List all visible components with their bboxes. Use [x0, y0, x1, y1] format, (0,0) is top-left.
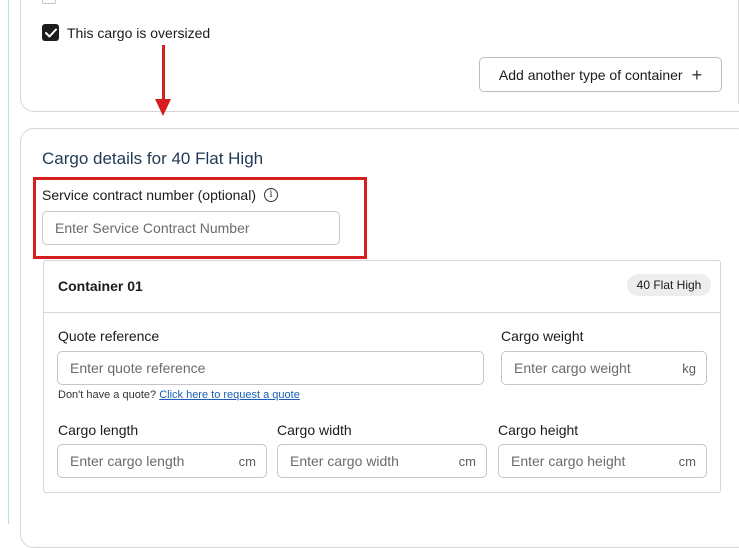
service-contract-label: Service contract number (optional) — [42, 187, 256, 203]
add-container-button[interactable]: Add another type of container + — [479, 57, 722, 92]
length-unit: cm — [238, 453, 256, 469]
checkmark-icon — [44, 28, 57, 37]
cargo-length-input[interactable] — [68, 452, 233, 470]
section-title: Cargo details for 40 Flat High — [42, 149, 264, 168]
info-icon[interactable]: i — [264, 188, 278, 202]
weight-unit: kg — [682, 360, 696, 376]
cargo-width-input[interactable] — [288, 452, 453, 470]
cargo-height-field[interactable]: cm — [498, 444, 707, 478]
annotation-arrow-head-icon — [155, 99, 171, 116]
cargo-length-field[interactable]: cm — [57, 444, 267, 478]
oversized-checkbox-row[interactable]: This cargo is oversized — [42, 24, 210, 41]
page-left-rule — [8, 0, 9, 524]
service-contract-label-row: Service contract number (optional) i — [42, 187, 278, 203]
quote-reference-field[interactable] — [57, 351, 484, 385]
cargo-length-label: Cargo length — [58, 422, 139, 438]
container-type-badge: 40 Flat High — [627, 274, 711, 296]
request-quote-link[interactable]: Click here to request a quote — [159, 389, 300, 401]
partial-checkbox[interactable] — [42, 0, 56, 4]
cargo-height-label: Cargo height — [498, 422, 579, 438]
plus-icon: + — [691, 64, 703, 85]
width-unit: cm — [458, 453, 476, 469]
quote-reference-input[interactable] — [68, 359, 473, 377]
cargo-width-field[interactable]: cm — [277, 444, 487, 478]
cargo-weight-label: Cargo weight — [501, 328, 584, 344]
panel-divider — [43, 312, 721, 313]
cargo-weight-field[interactable]: kg — [501, 351, 707, 385]
cargo-height-input[interactable] — [509, 452, 673, 470]
oversized-checkbox[interactable] — [42, 24, 59, 41]
quote-reference-label: Quote reference — [58, 328, 160, 344]
cargo-width-label: Cargo width — [277, 422, 352, 438]
add-container-label: Add another type of container — [498, 66, 683, 83]
container-title: Container 01 — [58, 278, 143, 294]
cargo-weight-input[interactable] — [512, 359, 677, 377]
oversized-label: This cargo is oversized — [67, 24, 211, 41]
service-contract-field[interactable] — [42, 211, 340, 245]
annotation-arrow-line — [162, 45, 165, 100]
service-contract-input[interactable] — [53, 219, 329, 237]
height-unit: cm — [678, 453, 696, 469]
no-quote-text: Don't have a quote? — [58, 389, 157, 401]
previous-section-card — [20, 0, 739, 112]
quote-help-text: Don't have a quote? Click here to reques… — [58, 389, 300, 401]
